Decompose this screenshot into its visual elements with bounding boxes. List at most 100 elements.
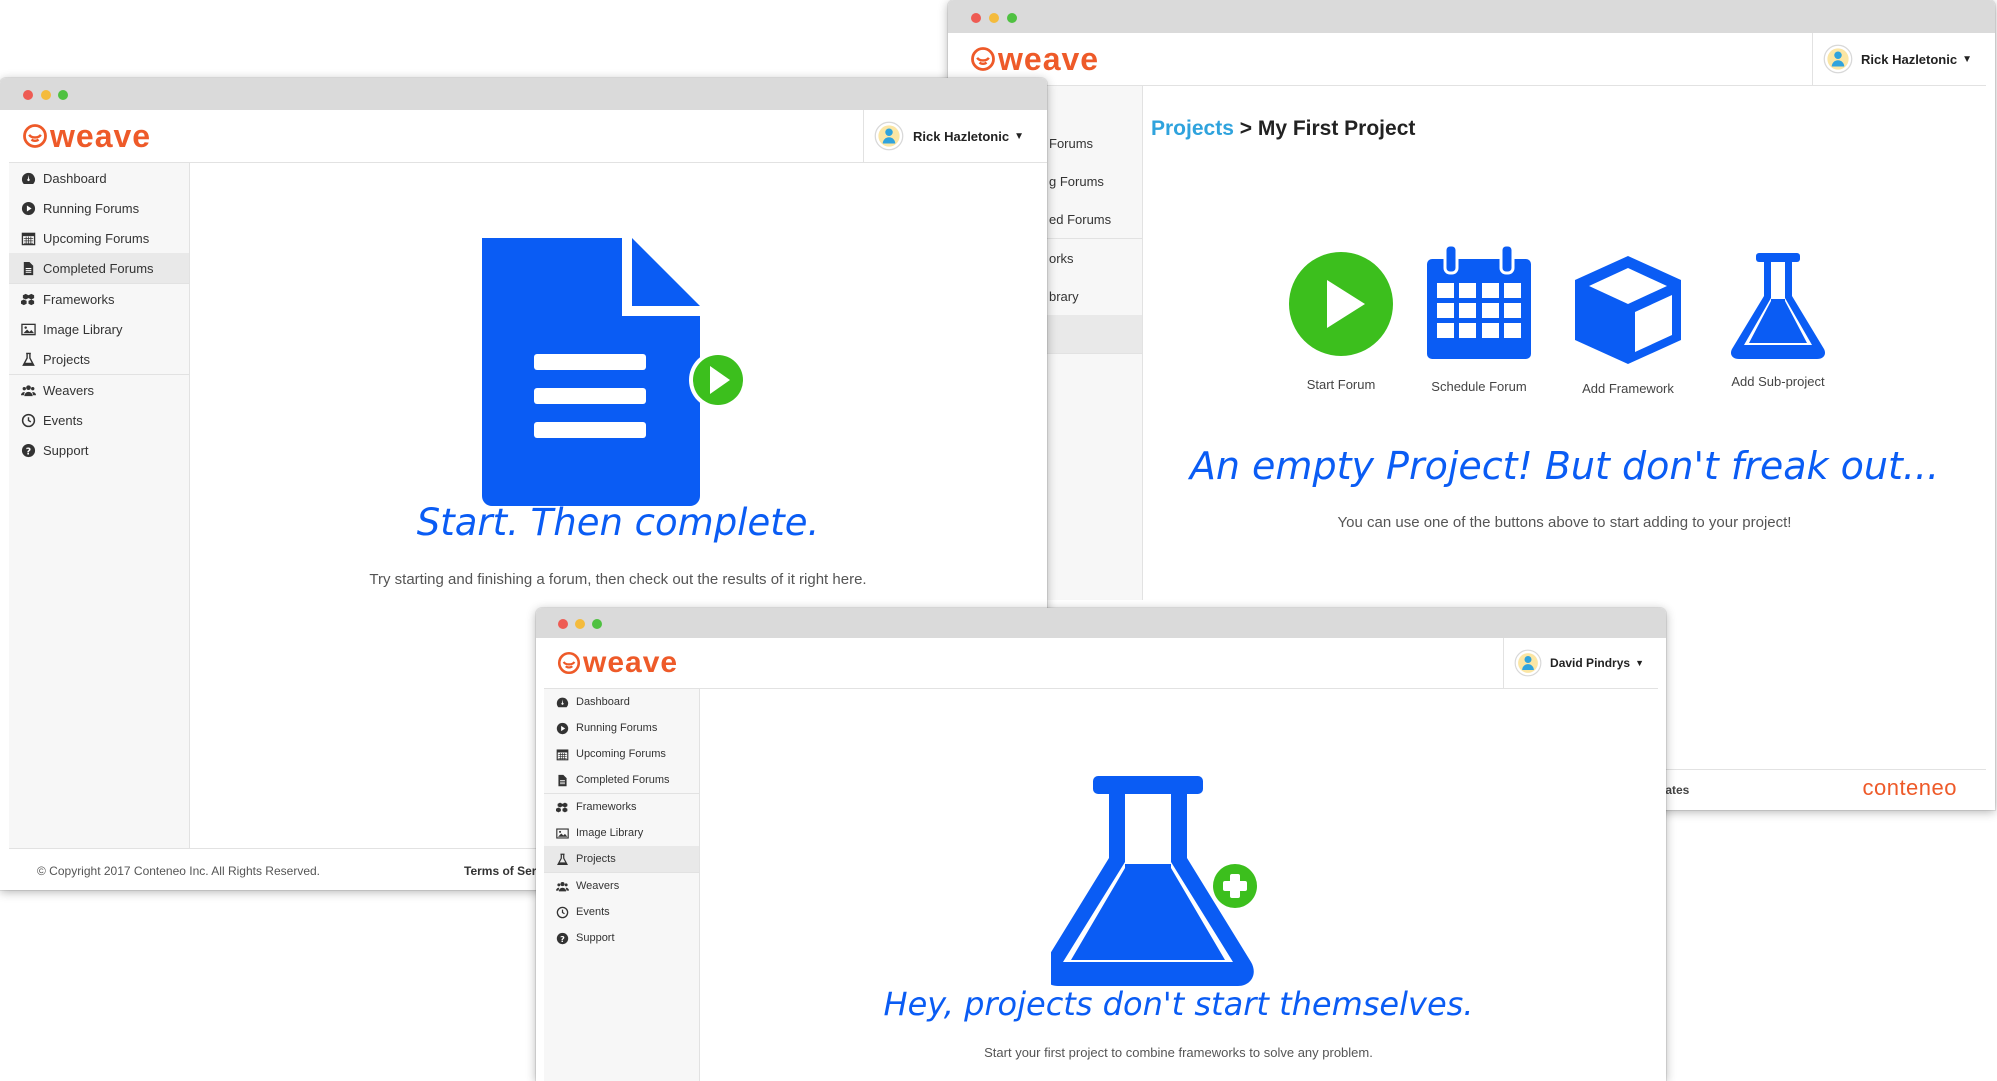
- empty-state-subtext: Start your first project to combine fram…: [984, 1045, 1373, 1060]
- maximize-window-button[interactable]: [592, 619, 602, 629]
- sidebar-item-frameworks[interactable]: Frameworks: [544, 794, 699, 820]
- flask-icon: [1730, 253, 1826, 359]
- weave-logo[interactable]: weave: [969, 43, 1099, 75]
- sidebar-item-label: Running Forums: [576, 722, 658, 734]
- sidebar: Dashboard Running Forums Upcoming Forums Co…: [9, 163, 190, 848]
- cubes-icon: [21, 292, 36, 307]
- flask-plus-icon: [1051, 776, 1261, 986]
- user-menu[interactable]: Rick Hazletonic ▼: [863, 110, 1038, 162]
- app-header: weave Rick Hazletonic ▼: [957, 33, 1986, 86]
- maximize-window-button[interactable]: [58, 90, 68, 100]
- users-icon: [556, 880, 569, 893]
- action-add-sub-project[interactable]: Add Sub-project: [1708, 253, 1848, 389]
- empty-state-headline: An empty Project! But don't freak out...: [1189, 444, 1940, 488]
- sidebar-item-label: Weavers: [576, 880, 620, 892]
- weave-logo[interactable]: weave: [21, 120, 151, 152]
- clock-icon: [556, 906, 569, 919]
- sidebar-item-projects[interactable]: Projects: [544, 846, 699, 872]
- sidebar-item-label: Frameworks: [43, 291, 115, 307]
- user-menu[interactable]: David Pindrys ▼: [1503, 638, 1658, 688]
- sidebar-item-dashboard[interactable]: Dashboard: [544, 689, 699, 715]
- dashboard-icon: [21, 171, 36, 186]
- sidebar-item-running-forums[interactable]: Running Forums: [544, 715, 699, 741]
- document-play-icon: [482, 238, 747, 506]
- document-icon: [556, 774, 569, 787]
- chevron-down-icon: ▼: [1014, 130, 1024, 142]
- sidebar-item-projects[interactable]: Projects: [9, 344, 189, 374]
- flask-icon: [556, 853, 569, 866]
- close-window-button[interactable]: [558, 619, 568, 629]
- sidebar-item-label: Upcoming Forums: [43, 230, 150, 246]
- breadcrumb-current: My First Project: [1257, 117, 1416, 140]
- copyright-text: © Copyright 2017 Conteneo Inc. All Right…: [37, 864, 320, 878]
- sidebar-item-upcoming-forums[interactable]: Upcoming Forums: [9, 223, 189, 253]
- window-titlebar: [0, 78, 1047, 110]
- image-icon: [556, 827, 569, 840]
- sidebar-item-label: brary: [1049, 288, 1079, 304]
- sidebar-item-completed-forums[interactable]: Completed Forums: [9, 253, 189, 283]
- close-window-button[interactable]: [971, 13, 981, 23]
- breadcrumb: Projects > My First Project: [1151, 117, 1415, 141]
- sidebar-item-image-library[interactable]: Image Library: [544, 820, 699, 846]
- sidebar-item-events[interactable]: Events: [9, 405, 189, 435]
- flask-icon: [21, 352, 36, 367]
- window-titlebar: [536, 608, 1666, 638]
- document-icon: [21, 261, 36, 276]
- breadcrumb-link-projects[interactable]: Projects: [1151, 117, 1234, 140]
- sidebar-item-label: Dashboard: [43, 170, 107, 186]
- action-schedule-forum[interactable]: Schedule Forum: [1409, 243, 1549, 394]
- empty-state-headline: Start. Then complete.: [416, 501, 820, 544]
- sidebar-item-label: Forums: [1049, 135, 1094, 151]
- sidebar-item-label: Support: [576, 932, 615, 944]
- sidebar-item-completed-forums[interactable]: Completed Forums: [544, 767, 699, 793]
- footer-link-templates[interactable]: lates: [1662, 783, 1689, 797]
- app-header: weave Rick Hazletonic ▼: [9, 110, 1047, 163]
- close-window-button[interactable]: [23, 90, 33, 100]
- minimize-window-button[interactable]: [989, 13, 999, 23]
- sidebar-item-running-forums[interactable]: Running Forums: [9, 193, 189, 223]
- maximize-window-button[interactable]: [1007, 13, 1017, 23]
- sidebar-item-support[interactable]: Support: [9, 435, 189, 465]
- user-name: Rick Hazletonic: [913, 128, 1010, 144]
- window-titlebar: [948, 0, 1995, 33]
- minimize-window-button[interactable]: [41, 90, 51, 100]
- users-icon: [21, 383, 36, 398]
- play-circle-icon: [1289, 252, 1393, 356]
- calendar-icon: [1427, 243, 1531, 359]
- calendar-icon: [21, 231, 36, 246]
- sidebar-item-label: orks: [1049, 250, 1074, 266]
- minimize-window-button[interactable]: [575, 619, 585, 629]
- sidebar-item-dashboard[interactable]: Dashboard: [9, 163, 189, 193]
- action-start-forum[interactable]: Start Forum: [1278, 252, 1404, 392]
- conteneo-logo[interactable]: conteneo: [1862, 775, 1957, 801]
- sidebar-item-support[interactable]: Support: [544, 925, 699, 951]
- sidebar-item-image-library[interactable]: Image Library: [9, 314, 189, 344]
- action-add-framework[interactable]: Add Framework: [1553, 254, 1703, 396]
- sidebar: Dashboard Running Forums Upcoming Forums Co…: [544, 689, 700, 1081]
- sidebar-item-events[interactable]: Events: [544, 899, 699, 925]
- avatar: [1823, 44, 1853, 74]
- sidebar-item-label: Completed Forums: [576, 774, 670, 786]
- logo-text: weave: [583, 646, 679, 679]
- user-menu[interactable]: Rick Hazletonic ▼: [1812, 33, 1986, 85]
- sidebar-item-frameworks[interactable]: Frameworks: [9, 284, 189, 314]
- empty-state-subtext: Try starting and finishing a forum, then…: [369, 571, 867, 588]
- avatar: [874, 121, 904, 151]
- sidebar-item-upcoming-forums[interactable]: Upcoming Forums: [544, 741, 699, 767]
- action-label: Add Sub-project: [1731, 374, 1825, 389]
- sidebar-item-weavers[interactable]: Weavers: [9, 375, 189, 405]
- play-circle-icon: [556, 722, 569, 735]
- sidebar-item-label: Upcoming Forums: [576, 748, 666, 760]
- sidebar-item-weavers[interactable]: Weavers: [544, 873, 699, 899]
- sidebar-item-label: Weavers: [43, 382, 95, 398]
- breadcrumb-separator: >: [1239, 117, 1252, 140]
- weave-logo[interactable]: weave: [556, 648, 678, 678]
- empty-state-headline: Hey, projects don't start themselves.: [883, 985, 1474, 1023]
- logo-text: weave: [50, 118, 152, 154]
- footer-link-terms[interactable]: Terms of Ser: [464, 864, 536, 878]
- sidebar-item-label: Dashboard: [576, 696, 630, 708]
- sidebar-item-label: Image Library: [43, 321, 123, 337]
- dashboard-icon: [556, 696, 569, 709]
- empty-state-subtext: You can use one of the buttons above to …: [1337, 514, 1792, 531]
- sidebar-item-label: Support: [43, 442, 89, 458]
